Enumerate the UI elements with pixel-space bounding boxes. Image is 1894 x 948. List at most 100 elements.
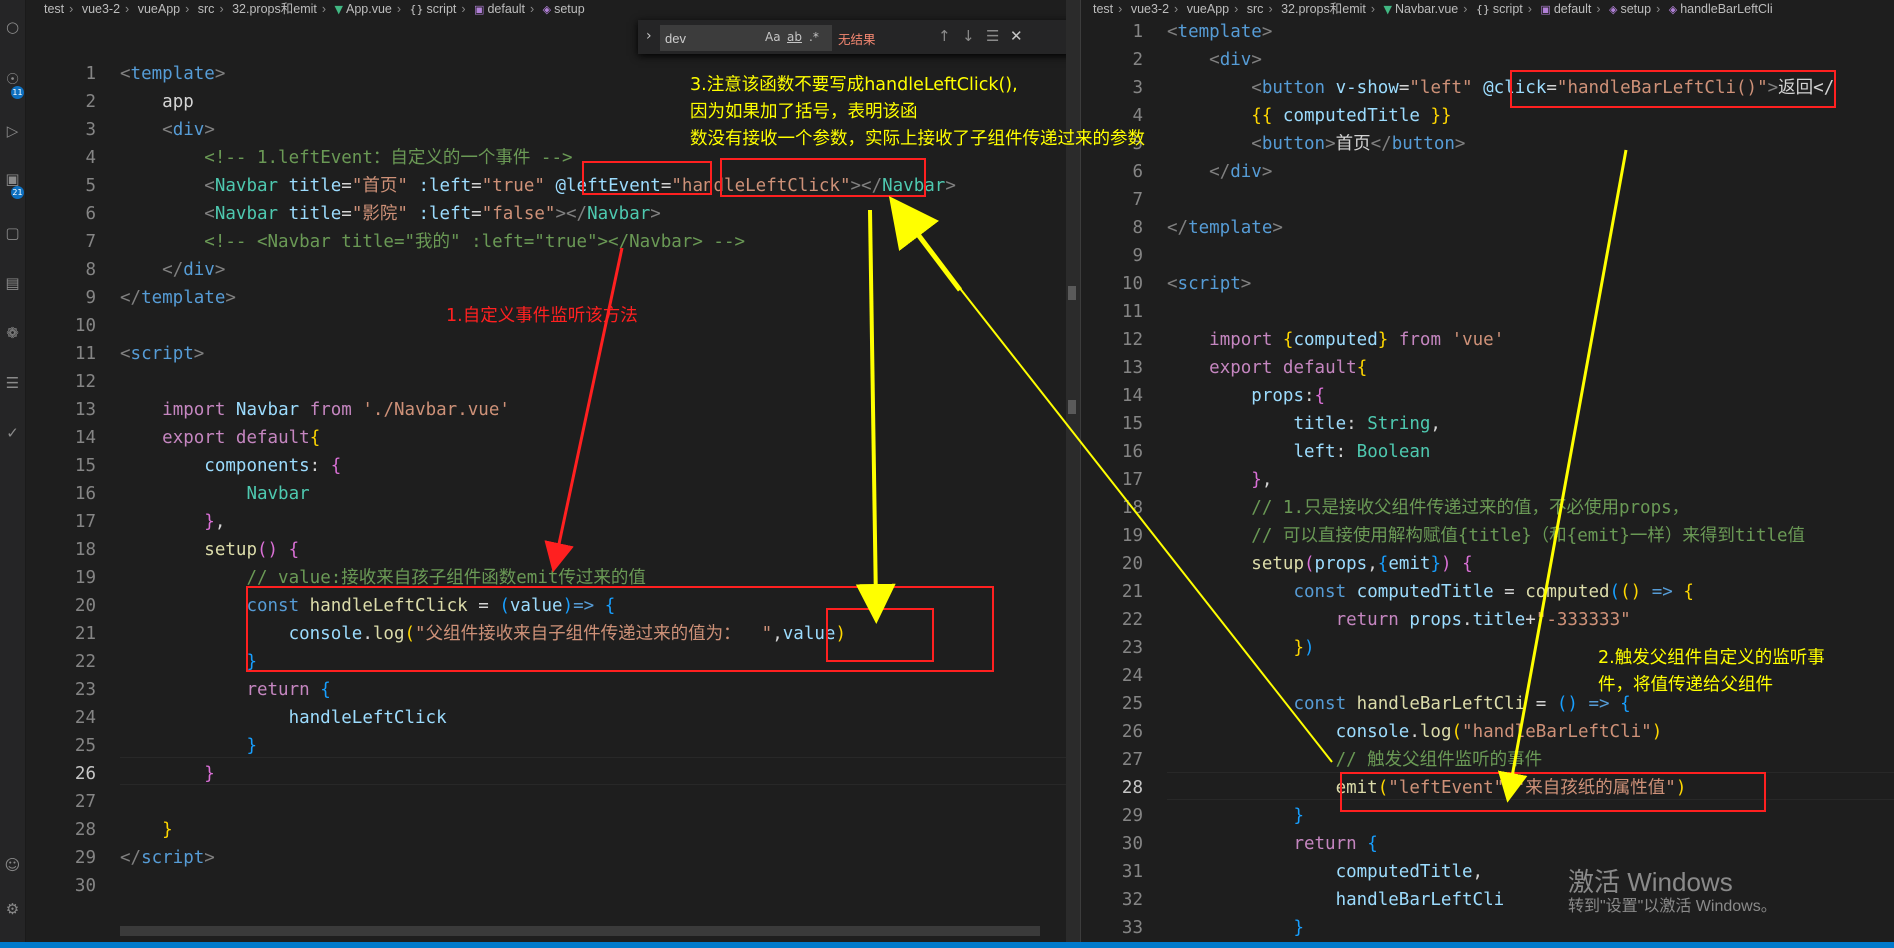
code-line: title: String, [1293,414,1441,434]
source-control-badge: 11 [11,86,24,99]
line-number: 7 [85,232,96,252]
line-number: 15 [74,456,96,476]
breadcrumb-item[interactable]: src [198,2,215,16]
highlight-box-click-binding [1510,70,1836,108]
highlight-box-handler-name [720,158,926,197]
match-case-toggle[interactable]: Aa [765,30,781,44]
regex-toggle[interactable]: .* [809,30,819,44]
breadcrumb-item[interactable]: default [487,2,525,16]
code-line: }, [1251,470,1273,490]
pin-icon[interactable]: ✓ [3,424,22,443]
line-number: 12 [74,372,96,392]
find-widget: › Aa ab .* 无结果 ↑ ↓ ☰ ✕ [638,20,1074,54]
find-input-box: Aa ab .* [660,25,832,51]
line-number: 14 [1121,386,1143,406]
annotation-note-2-line-1: 2.触发父组件自定义的监听事 [1598,648,1825,668]
code-line: return { [1293,834,1378,854]
line-number: 32 [1121,890,1143,910]
vue-file-icon: ▼ [334,3,343,16]
module-icon: ▣ [1540,3,1551,16]
breadcrumb-item[interactable]: script [1493,2,1523,16]
find-in-selection-icon[interactable]: ☰ [986,27,999,45]
code-line: <script> [1167,274,1252,294]
list-icon[interactable]: ☰ [3,374,22,393]
folder-icon[interactable]: ▤ [3,274,22,293]
previous-match-icon[interactable]: ↑ [938,27,951,45]
toggle-replace-icon[interactable]: › [646,28,652,44]
breadcrumb-item[interactable]: 32.props和emit [232,2,317,16]
breadcrumb-item[interactable]: vue3-2 [82,2,120,16]
breadcrumb-item[interactable]: test [1093,2,1113,16]
breadcrumb-item[interactable]: script [427,2,457,16]
next-match-icon[interactable]: ↓ [962,27,975,45]
line-number: 16 [74,484,96,504]
line-number: 26 [1121,722,1143,742]
code-line: props:{ [1251,386,1326,406]
line-number: 22 [74,652,96,672]
annotation-note-2-line-2: 件，将值传递给父组件 [1598,675,1773,695]
code-line: // 1.只是接收父组件传递过来的值，不必使用props， [1251,498,1690,518]
search-icon[interactable]: ○ [3,18,22,37]
breadcrumb-item[interactable]: 32.props和emit [1281,2,1366,16]
code-line: </div> [1209,162,1273,182]
breadcrumb: test › vue3-2 › vueApp › src › 32.props和emit… [44,2,585,16]
breadcrumb-item[interactable]: vue3-2 [1131,2,1169,16]
code-line: <template> [1167,22,1273,42]
match-word-toggle[interactable]: ab [787,30,802,44]
line-number: 29 [74,848,96,868]
line-number: 3 [85,120,96,140]
braces-icon: {} [1475,3,1490,16]
line-number: 30 [1121,834,1143,854]
line-number: 9 [85,288,96,308]
breadcrumb-item[interactable]: default [1554,2,1592,16]
remote-explorer-icon[interactable]: ▢ [3,224,22,243]
breadcrumb: test › vue3-2 › vueApp › src › 32.props和emit… [1093,2,1773,16]
code-line: export default{ [1209,358,1368,378]
braces-icon: {} [409,3,424,16]
line-number: 3 [1132,78,1143,98]
highlight-box-emit-call [1340,772,1766,812]
breadcrumb-item[interactable]: vueApp [138,2,180,16]
line-number: 1 [85,64,96,84]
line-number: 11 [1121,302,1143,322]
code-line: export default{ [162,428,321,448]
line-number: 14 [74,428,96,448]
code-line: console.log("handleBarLeftCli") [1335,722,1663,742]
settings-gear-icon[interactable]: ⚙ [3,900,22,919]
breadcrumb-item[interactable]: setup [554,2,585,16]
line-number: 4 [85,148,96,168]
line-number: 7 [1132,190,1143,210]
breadcrumb-item[interactable]: test [44,2,64,16]
line-number: 2 [1132,50,1143,70]
line-number: 28 [74,820,96,840]
close-icon[interactable]: ✕ [1010,27,1023,45]
line-number: 19 [1121,526,1143,546]
breadcrumb-item[interactable]: Navbar.vue [1395,2,1458,16]
code-line: <Navbar title="影院" :left="false"></Navba… [204,204,661,224]
find-input[interactable] [665,28,757,48]
line-number: 17 [74,512,96,532]
line-number: 29 [1121,806,1143,826]
account-icon[interactable]: ☺ [3,856,22,875]
horizontal-scrollbar[interactable] [120,926,1040,936]
code-line: import Navbar from './Navbar.vue' [162,400,510,420]
line-number: 22 [1121,610,1143,630]
breadcrumb-item[interactable]: setup [1620,2,1651,16]
code-line: const computedTitle = computed(() => { [1293,582,1694,602]
openai-icon[interactable]: ❁ [3,324,22,343]
breadcrumb-item[interactable]: handleBarLeftCli [1680,2,1772,16]
breadcrumb-item[interactable]: src [1247,2,1264,16]
breadcrumb-item[interactable]: vueApp [1187,2,1229,16]
code-line: computedTitle, [1335,862,1484,882]
code-line: <!-- <Navbar title="我的" :left="true"></N… [204,232,746,252]
highlight-box-left-event [582,161,712,195]
code-line: </script> [120,848,215,868]
code-line: components: { [204,456,342,476]
line-number: 10 [74,316,96,336]
code-line: </div> [162,260,226,280]
breadcrumb-item[interactable]: App.vue [346,2,392,16]
run-debug-icon[interactable]: ▷ [3,122,22,141]
windows-watermark-subtitle: 转到"设置"以激活 Windows。 [1568,898,1777,915]
line-number: 17 [1121,470,1143,490]
